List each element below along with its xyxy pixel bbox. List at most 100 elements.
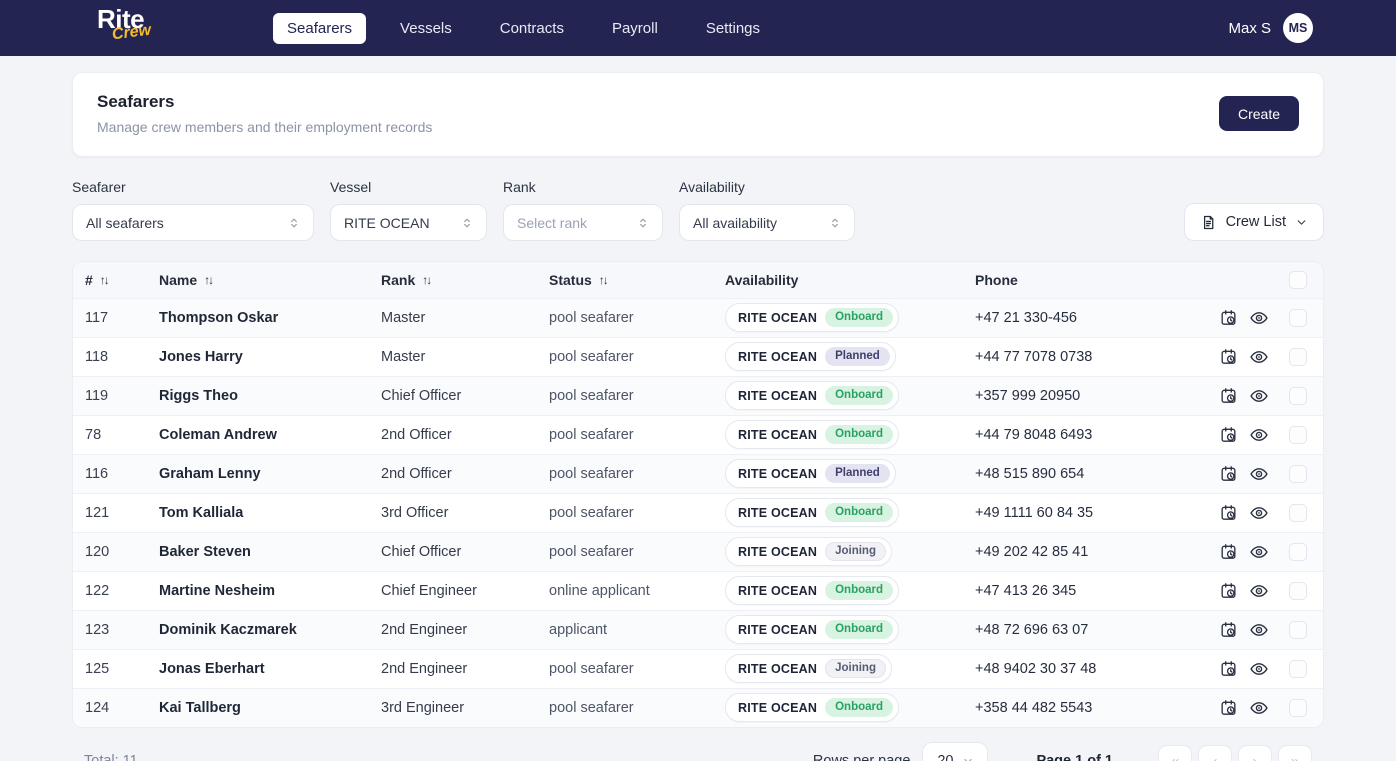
row-checkbox[interactable]: [1289, 543, 1307, 561]
avatar[interactable]: MS: [1283, 13, 1313, 43]
cell-checkbox: [1289, 454, 1324, 493]
column-header-id[interactable]: # ↑↓: [85, 272, 159, 288]
chevrons-up-down-icon: [828, 216, 842, 230]
cell-availability: RITE OCEAN Joining: [725, 649, 975, 688]
eye-icon[interactable]: [1249, 308, 1269, 328]
rows-per-page-select[interactable]: 20: [922, 742, 988, 761]
rows-per-page-label: Rows per page: [813, 753, 911, 761]
chevron-down-icon: [1295, 216, 1308, 229]
cell-name: Graham Lenny: [159, 454, 381, 493]
availability-pill: RITE OCEAN Onboard: [725, 693, 899, 722]
nav-item-vessels[interactable]: Vessels: [386, 13, 466, 44]
calendar-clock-icon[interactable]: [1219, 659, 1238, 678]
cell-id: 123: [73, 610, 159, 649]
eye-icon[interactable]: [1249, 425, 1269, 445]
calendar-clock-icon[interactable]: [1219, 542, 1238, 561]
calendar-clock-icon[interactable]: [1219, 620, 1238, 639]
header-checkbox-cell: [1289, 262, 1324, 298]
cell-rank: 2nd Officer: [381, 454, 549, 493]
availability-badge: Onboard: [825, 581, 893, 600]
calendar-clock-icon[interactable]: [1219, 347, 1238, 366]
sort-icon[interactable]: ↑↓: [599, 273, 609, 287]
filter-select-seafarer[interactable]: All seafarers: [72, 204, 314, 241]
availability-pill: RITE OCEAN Onboard: [725, 381, 899, 410]
eye-icon[interactable]: [1249, 464, 1269, 484]
row-checkbox[interactable]: [1289, 309, 1307, 327]
next-page-button[interactable]: ›: [1238, 745, 1272, 761]
cell-rank: 3rd Officer: [381, 493, 549, 532]
user-menu[interactable]: Max S MS: [1228, 13, 1313, 43]
nav-item-settings[interactable]: Settings: [692, 13, 774, 44]
row-checkbox[interactable]: [1289, 465, 1307, 483]
row-checkbox[interactable]: [1289, 426, 1307, 444]
sort-icon[interactable]: ↑↓: [422, 273, 432, 287]
column-header-label: Availability: [725, 272, 798, 288]
nav-item-seafarers[interactable]: Seafarers: [273, 13, 366, 44]
row-checkbox[interactable]: [1289, 582, 1307, 600]
vessel-name: RITE OCEAN: [738, 467, 817, 481]
eye-icon[interactable]: [1249, 542, 1269, 562]
filters-row: Seafarer All seafarers Vessel RITE OCEAN…: [72, 179, 1324, 241]
eye-icon[interactable]: [1249, 620, 1269, 640]
first-page-button[interactable]: «: [1158, 745, 1192, 761]
eye-icon[interactable]: [1249, 659, 1269, 679]
table-row: 120 Baker Steven Chief Officer pool seaf…: [73, 532, 1324, 571]
page-title: Seafarers: [97, 92, 432, 112]
last-page-button[interactable]: »: [1278, 745, 1312, 761]
column-header-availability[interactable]: Availability: [725, 272, 975, 288]
nav-item-payroll[interactable]: Payroll: [598, 13, 672, 44]
availability-pill: RITE OCEAN Onboard: [725, 498, 899, 527]
calendar-clock-icon[interactable]: [1219, 698, 1238, 717]
calendar-clock-icon[interactable]: [1219, 503, 1238, 522]
sort-icon[interactable]: ↑↓: [100, 273, 110, 287]
row-checkbox[interactable]: [1289, 699, 1307, 717]
cell-availability: RITE OCEAN Joining: [725, 532, 975, 571]
vessel-name: RITE OCEAN: [738, 545, 817, 559]
column-header-name[interactable]: Name ↑↓: [159, 272, 381, 288]
column-header-status[interactable]: Status ↑↓: [549, 272, 725, 288]
vessel-name: RITE OCEAN: [738, 428, 817, 442]
nav-item-contracts[interactable]: Contracts: [486, 13, 578, 44]
calendar-clock-icon[interactable]: [1219, 425, 1238, 444]
cell-actions: [1219, 610, 1289, 649]
eye-icon[interactable]: [1249, 503, 1269, 523]
select-all-checkbox[interactable]: [1289, 271, 1307, 289]
column-header-phone[interactable]: Phone: [975, 272, 1219, 288]
cell-status: pool seafarer: [549, 493, 725, 532]
cell-phone: +44 79 8048 6493: [975, 415, 1219, 454]
vessel-name: RITE OCEAN: [738, 350, 817, 364]
filter-select-vessel[interactable]: RITE OCEAN: [330, 204, 487, 241]
row-checkbox[interactable]: [1289, 504, 1307, 522]
calendar-clock-icon[interactable]: [1219, 386, 1238, 405]
eye-icon[interactable]: [1249, 581, 1269, 601]
eye-icon[interactable]: [1249, 698, 1269, 718]
row-checkbox[interactable]: [1289, 348, 1307, 366]
cell-status: applicant: [549, 610, 725, 649]
filter-select-rank[interactable]: Select rank: [503, 204, 663, 241]
eye-icon[interactable]: [1249, 347, 1269, 367]
cell-actions: [1219, 376, 1289, 415]
cell-id: 122: [73, 571, 159, 610]
calendar-clock-icon[interactable]: [1219, 308, 1238, 327]
create-button[interactable]: Create: [1219, 96, 1299, 131]
sort-icon[interactable]: ↑↓: [204, 273, 214, 287]
calendar-clock-icon[interactable]: [1219, 464, 1238, 483]
column-header-rank[interactable]: Rank ↑↓: [381, 272, 549, 288]
row-checkbox[interactable]: [1289, 621, 1307, 639]
brand-logo[interactable]: Rite Crew: [97, 6, 161, 50]
vessel-name: RITE OCEAN: [738, 701, 817, 715]
cell-phone: +358 44 482 5543: [975, 688, 1219, 727]
table-header-row: # ↑↓ Name ↑↓ Rank ↑↓ Status ↑↓ Availabil…: [73, 262, 1324, 298]
cell-id: 125: [73, 649, 159, 688]
crew-list-button[interactable]: Crew List: [1184, 203, 1324, 241]
cell-phone: +357 999 20950: [975, 376, 1219, 415]
page-subtitle: Manage crew members and their employment…: [97, 119, 432, 135]
seafarers-table: # ↑↓ Name ↑↓ Rank ↑↓ Status ↑↓ Availabil…: [73, 262, 1324, 727]
cell-phone: +47 21 330-456: [975, 298, 1219, 337]
row-checkbox[interactable]: [1289, 387, 1307, 405]
prev-page-button[interactable]: ‹: [1198, 745, 1232, 761]
eye-icon[interactable]: [1249, 386, 1269, 406]
row-checkbox[interactable]: [1289, 660, 1307, 678]
calendar-clock-icon[interactable]: [1219, 581, 1238, 600]
filter-select-availability[interactable]: All availability: [679, 204, 855, 241]
